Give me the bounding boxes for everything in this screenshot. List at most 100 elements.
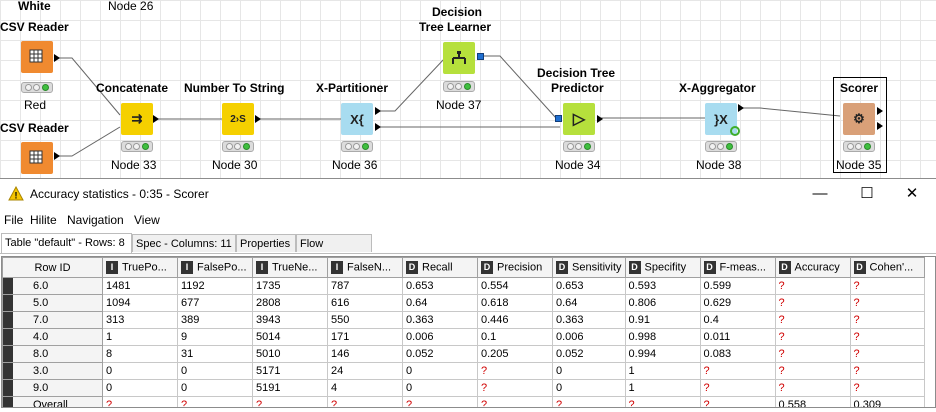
row-id-cell[interactable]: 7.0 <box>2 311 103 329</box>
table-cell[interactable]: 0.64 <box>402 294 478 312</box>
table-cell[interactable]: 1094 <box>102 294 178 312</box>
table-cell[interactable]: 4 <box>327 379 403 397</box>
decision-tree-learner-icon[interactable] <box>443 42 475 74</box>
row-id-cell[interactable]: 5.0 <box>2 294 103 312</box>
table-cell[interactable]: 0.629 <box>699 294 776 312</box>
table-cell[interactable]: ? <box>327 396 403 407</box>
table-cell[interactable]: 3943 <box>252 311 328 329</box>
table-cell[interactable]: ? <box>849 379 925 397</box>
table-cell[interactable]: ? <box>774 277 851 295</box>
column-header[interactable]: D Accuracy <box>774 257 851 278</box>
close-button[interactable]: ✕ <box>897 184 927 204</box>
table-cell[interactable]: 0.4 <box>699 311 776 329</box>
table-cell[interactable]: 0.998 <box>624 328 701 346</box>
table-cell[interactable]: ? <box>774 311 851 329</box>
table-cell[interactable]: 0.64 <box>552 294 626 312</box>
table-cell[interactable]: 0.006 <box>402 328 478 346</box>
table-cell[interactable]: ? <box>699 362 776 380</box>
table-cell[interactable]: ? <box>774 294 851 312</box>
column-header[interactable]: D Sensitivity <box>552 257 626 278</box>
table-cell[interactable]: 0.599 <box>699 277 776 295</box>
table-cell[interactable]: ? <box>699 379 776 397</box>
table-row[interactable]: 5.0 1094 677 2808 616 0.64 0.618 0.64 0.806 0.629… <box>2 294 925 312</box>
table-cell[interactable]: 550 <box>327 311 403 329</box>
table-cell[interactable]: 0.554 <box>477 277 553 295</box>
table-cell[interactable]: 1 <box>102 328 178 346</box>
table-cell[interactable]: ? <box>477 362 553 380</box>
table-cell[interactable]: ? <box>699 396 776 407</box>
menu-navigation[interactable]: Navigation <box>67 213 124 227</box>
tab-table-default[interactable]: Table "default" - Rows: 8 <box>1 233 132 253</box>
table-cell[interactable]: 31 <box>177 345 253 363</box>
decision-tree-predictor-model-in-port[interactable] <box>555 115 562 122</box>
workflow-canvas[interactable]: White Node 26 CSV Reader Red CSV Reader … <box>0 0 936 178</box>
table-cell[interactable]: ? <box>849 294 925 312</box>
table-cell[interactable]: ? <box>774 379 851 397</box>
menu-view[interactable]: View <box>134 213 160 227</box>
table-cell[interactable]: 0.618 <box>477 294 553 312</box>
table-row[interactable]: 3.0 0 0 5171 24 0? 0 1??? <box>2 362 925 380</box>
decision-tree-predictor-icon[interactable]: ▷ <box>563 103 595 135</box>
maximize-button[interactable]: ☐ <box>852 184 882 204</box>
table-cell[interactable]: 0.558 <box>774 396 851 407</box>
table-cell[interactable]: 0.205 <box>477 345 553 363</box>
table-cell[interactable]: 1192 <box>177 277 253 295</box>
table-cell[interactable]: 0.653 <box>552 277 626 295</box>
table-cell[interactable]: ? <box>774 345 851 363</box>
row-id-cell[interactable]: 4.0 <box>2 328 103 346</box>
table-row[interactable]: Overall????????? 0.558 0.309 <box>2 396 925 407</box>
table-cell[interactable]: ? <box>849 277 925 295</box>
x-aggregator-out-port[interactable] <box>738 104 744 112</box>
window-titlebar[interactable]: ! Accuracy statistics - 0:35 - Scorer — … <box>0 179 936 209</box>
number-to-string-out-port[interactable] <box>255 115 261 123</box>
table-cell[interactable]: 1481 <box>102 277 178 295</box>
table-cell[interactable]: ? <box>849 345 925 363</box>
csv-reader-2-out-port[interactable] <box>54 152 60 160</box>
column-header[interactable]: I TruePo... <box>102 257 178 278</box>
table-row[interactable]: 4.0 1 9 5014 171 0.006 0.1 0.006 0.998 0.011?? <box>2 328 925 346</box>
minimize-button[interactable]: — <box>805 184 835 204</box>
table-cell[interactable]: 0.363 <box>552 311 626 329</box>
table-cell[interactable]: 0.806 <box>624 294 701 312</box>
column-header[interactable]: D Specifity <box>624 257 701 278</box>
number-to-string-icon[interactable]: 2›S <box>222 103 254 135</box>
table-cell[interactable]: 5014 <box>252 328 328 346</box>
table-cell[interactable]: 146 <box>327 345 403 363</box>
table-cell[interactable]: ? <box>774 328 851 346</box>
tab-flow-variables[interactable]: Flow Variables <box>296 234 372 268</box>
table-cell[interactable]: 1 <box>624 362 701 380</box>
table-cell[interactable]: 9 <box>177 328 253 346</box>
row-id-cell[interactable]: Overall <box>2 396 103 407</box>
data-table-container[interactable]: Row ID I TruePo... I FalsePo... I TrueNe... I Fa… <box>1 256 936 408</box>
column-header[interactable]: I FalseN... <box>327 257 403 278</box>
scorer-out-port-2[interactable] <box>877 122 883 130</box>
table-cell[interactable]: 0.011 <box>699 328 776 346</box>
concatenate-icon[interactable]: ⇉ <box>121 103 153 135</box>
table-cell[interactable]: 1 <box>624 379 701 397</box>
column-header[interactable]: Row ID <box>2 257 103 278</box>
table-cell[interactable]: 0.052 <box>552 345 626 363</box>
table-cell[interactable]: 24 <box>327 362 403 380</box>
table-cell[interactable]: ? <box>477 396 553 407</box>
column-header[interactable]: D Recall <box>402 257 478 278</box>
csv-reader-1-out-port[interactable] <box>54 54 60 62</box>
table-cell[interactable]: ? <box>849 328 925 346</box>
table-cell[interactable]: ? <box>477 379 553 397</box>
table-cell[interactable]: 616 <box>327 294 403 312</box>
table-cell[interactable]: ? <box>849 311 925 329</box>
table-cell[interactable]: ? <box>849 362 925 380</box>
table-cell[interactable]: 5010 <box>252 345 328 363</box>
table-cell[interactable]: ? <box>402 396 478 407</box>
menu-file[interactable]: File <box>4 213 23 227</box>
table-cell[interactable]: 0.653 <box>402 277 478 295</box>
menu-hilite[interactable]: Hilite <box>30 213 57 227</box>
table-cell[interactable]: ? <box>252 396 328 407</box>
table-cell[interactable]: 5191 <box>252 379 328 397</box>
column-header[interactable]: D Cohen'... <box>849 257 925 278</box>
table-cell[interactable]: 0 <box>402 362 478 380</box>
table-cell[interactable]: 0 <box>552 379 626 397</box>
table-cell[interactable]: 0.363 <box>402 311 478 329</box>
table-row[interactable]: 9.0 0 0 5191 4 0? 0 1??? <box>2 379 925 397</box>
row-id-cell[interactable]: 6.0 <box>2 277 103 295</box>
table-cell[interactable]: ? <box>624 396 701 407</box>
